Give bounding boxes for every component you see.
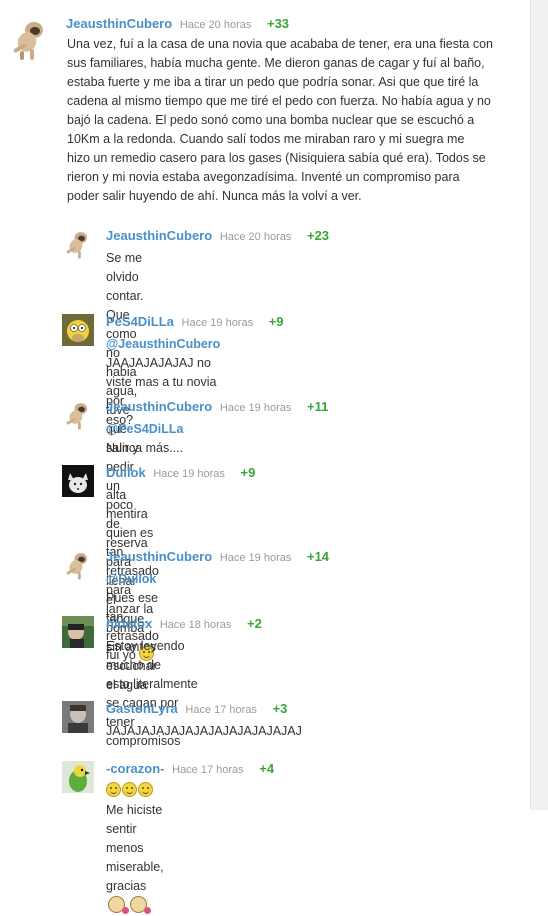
comment-line: cadena al mismo tiempo que me tiré el pe… <box>67 94 491 108</box>
reply-meta: JeausthinCubero Hace 20 horas +23 <box>106 228 329 245</box>
reply-votes: +11 <box>306 399 329 414</box>
reply-votes: +2 <box>247 616 262 631</box>
reply-timestamp: Hace 19 horas <box>219 552 292 564</box>
reply-line: Me hiciste sentir menos miserable, graci… <box>106 782 164 916</box>
laughing-emoji-icon <box>106 782 121 797</box>
user-mention[interactable]: @PeS4DiLLa <box>106 422 184 436</box>
avatar-pug[interactable] <box>8 16 52 62</box>
pug-avatar-image <box>62 228 94 260</box>
reply-meta: JeausthinCubero Hace 19 horas +11 <box>106 399 328 416</box>
reply-votes: +9 <box>240 465 256 480</box>
reply-votes: +4 <box>259 761 275 776</box>
reply-meta: PeS4DiLLa Hace 19 horas +9 <box>106 314 284 331</box>
reply-username[interactable]: -corazon- <box>106 761 165 776</box>
pug-avatar-image <box>8 16 52 62</box>
reply-votes: +14 <box>306 549 330 564</box>
reply-username[interactable]: JeausthinCubero <box>106 549 212 564</box>
reply-username[interactable]: hidetox <box>106 616 152 631</box>
reply-username[interactable]: JeausthinCubero <box>106 228 212 243</box>
reply-votes: +9 <box>268 314 284 329</box>
comment-line: 10Km a la redonda. Cuando salí todos me … <box>67 132 465 146</box>
avatar-parrot[interactable] <box>62 761 94 793</box>
reply-username[interactable]: JeausthinCubero <box>106 399 212 414</box>
gastonlyra-avatar-image <box>62 701 94 733</box>
reply-timestamp: Hace 19 horas <box>181 317 254 329</box>
reply-body: JAJAJAJAJAJAJAJAJAJAJAJAJAJ <box>106 722 302 741</box>
reply-username[interactable]: Dullok <box>106 465 146 480</box>
comment-line: sus familiares, había mucha gente. Me di… <box>67 56 485 70</box>
lollipop-emoji-icon <box>108 896 129 914</box>
avatar-pug[interactable] <box>62 549 94 581</box>
reply-meta: GastonLyra Hace 17 horas +3 <box>106 701 287 718</box>
comment-line: Una vez, fuí a la casa de una novia que … <box>67 37 493 51</box>
avatar-pug[interactable] <box>62 399 94 431</box>
comment-line: estaba fuerte y me iba a tirar un pedo q… <box>67 75 479 89</box>
comment-line: bajó la cadena. El pedo sonó como una bo… <box>67 113 475 127</box>
reply-votes: +3 <box>272 701 288 716</box>
laughing-emoji-icon <box>122 782 137 797</box>
comment-body: Una vez, fuí a la casa de una novia que … <box>67 35 507 206</box>
pug-avatar-image <box>62 399 94 431</box>
avatar-hidetox[interactable] <box>62 616 94 648</box>
avatar-homer[interactable] <box>62 314 94 346</box>
homer-avatar-image <box>62 314 94 346</box>
reply-username[interactable]: PeS4DiLLa <box>106 314 174 329</box>
reply-meta: JeausthinCubero Hace 19 horas +14 <box>106 549 329 566</box>
reply-text: Me hiciste sentir menos miserable, graci… <box>106 803 164 893</box>
comment-line: hizo un remedio casero para los gases (N… <box>67 151 486 165</box>
reply-meta: -corazon- Hace 17 horas +4 <box>106 761 274 778</box>
avatar-dullok[interactable] <box>62 465 94 497</box>
comment-votes: +33 <box>266 16 290 31</box>
laughing-emoji-icon <box>138 782 153 797</box>
pug-avatar-image <box>62 549 94 581</box>
reply-body: Me hiciste sentir menos miserable, graci… <box>106 782 164 916</box>
reply-line: JAJAJAJAJAJAJAJAJAJAJAJAJAJ <box>106 724 302 738</box>
reply-body: @PeS4DiLLa Nunca más.... <box>106 420 184 458</box>
comment-timestamp: Hace 20 horas <box>179 19 252 31</box>
reply-timestamp: Hace 20 horas <box>219 231 292 243</box>
reply-meta: Dullok Hace 19 horas +9 <box>106 465 255 482</box>
reply-timestamp: Hace 19 horas <box>153 468 225 480</box>
reply-username[interactable]: GastonLyra <box>106 701 178 716</box>
reply-timestamp: Hace 17 horas <box>172 764 244 776</box>
comment-line: rieron y mi novia estaba avegonzadísima.… <box>67 170 460 184</box>
avatar-pug[interactable] <box>62 228 94 260</box>
comment-meta: JeausthinCubero Hace 20 horas +33 <box>66 16 289 33</box>
reply-timestamp: Hace 19 horas <box>219 402 292 414</box>
scrollbar-track[interactable] <box>530 0 548 810</box>
lollipop-emoji-icon <box>130 896 152 914</box>
reply-votes: +23 <box>306 228 330 243</box>
reply-timestamp: Hace 18 horas <box>159 619 232 631</box>
user-mention[interactable]: @Dullok <box>106 572 156 586</box>
comment-username[interactable]: JeausthinCubero <box>66 16 172 31</box>
hidetox-avatar-image <box>62 616 94 648</box>
parrot-avatar-image <box>62 761 94 793</box>
reply-line: @PeS4DiLLa Nunca más.... <box>106 420 184 458</box>
user-mention[interactable]: @JeausthinCubero <box>106 337 220 351</box>
reply-meta: hidetox Hace 18 horas +2 <box>106 616 262 633</box>
reply-timestamp: Hace 17 horas <box>185 704 257 716</box>
cat-avatar-image <box>62 465 94 497</box>
reply-text: Nunca más.... <box>106 441 184 455</box>
comment-line: poder salir huyendo de ahí. Nunca más la… <box>67 189 362 203</box>
avatar-gastonlyra[interactable] <box>62 701 94 733</box>
